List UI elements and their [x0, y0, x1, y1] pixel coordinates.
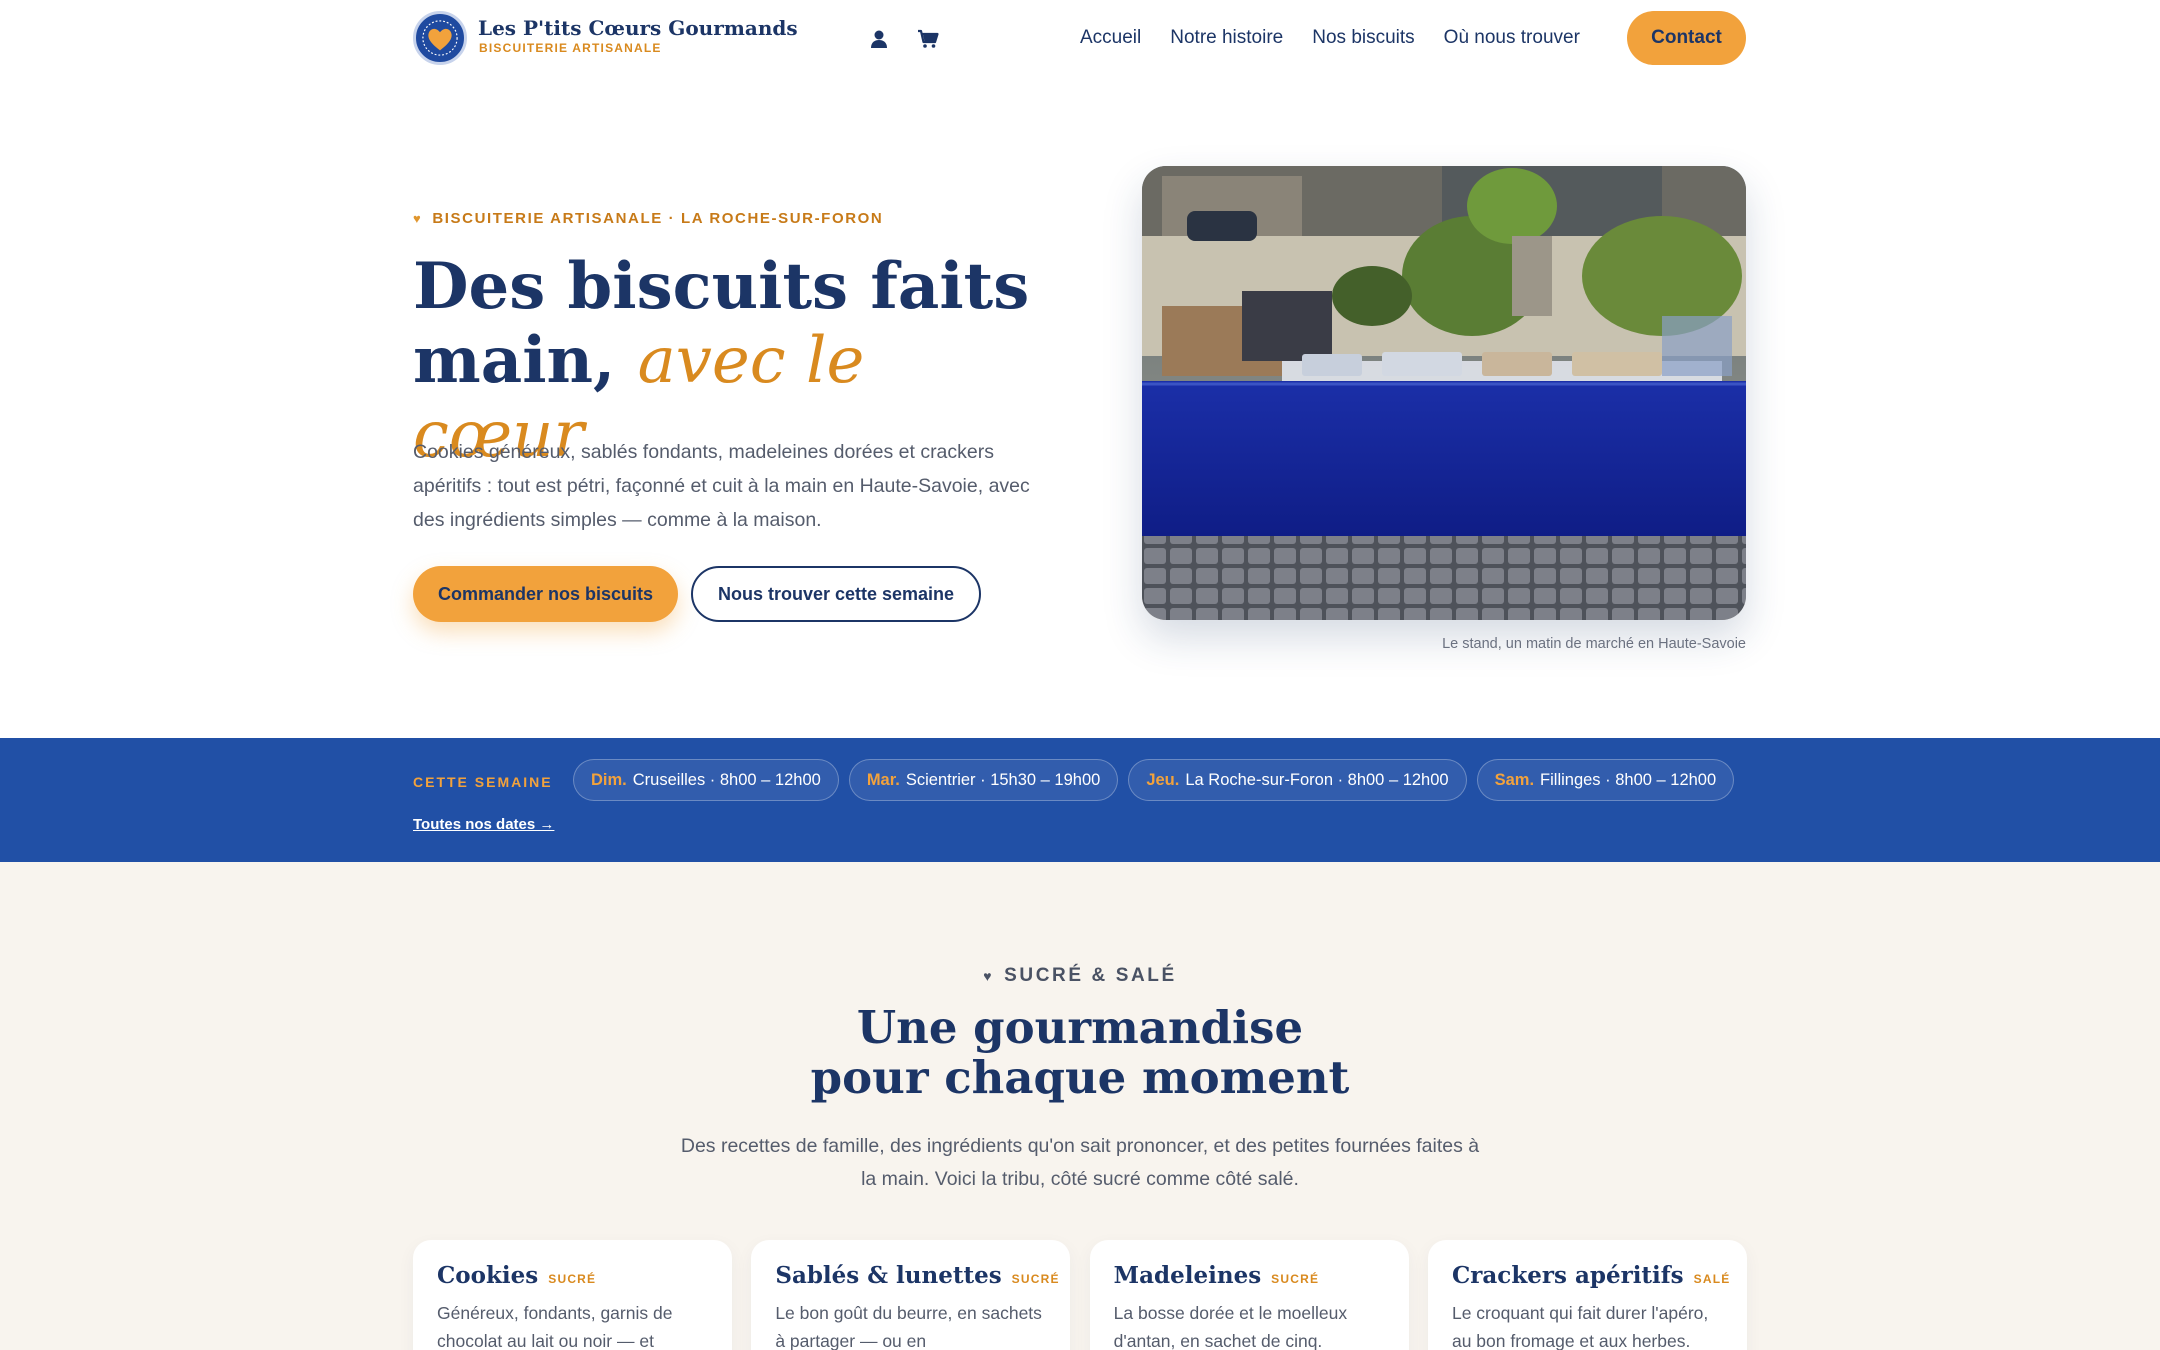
hero-lead: Cookies généreux, sablés fondants, madel…: [413, 441, 1030, 531]
brand-logo[interactable]: [413, 11, 467, 65]
product-card-sables[interactable]: Sablés & lunettes SUCRÉ Le bon goût du b…: [751, 1240, 1071, 1350]
market-place: Fillinges · 8h00 – 12h00: [1540, 770, 1717, 789]
hero-eyebrow-text: BISCUITERIE ARTISANALE · LA ROCHE-SUR-FO…: [432, 210, 884, 227]
product-card-crackers[interactable]: Crackers apéritifs SALÉ Le croquant qui …: [1427, 1240, 1747, 1350]
cart-icon[interactable]: [915, 26, 941, 52]
market-pill[interactable]: Jeu. La Roche-sur-Foron · 8h00 – 12h00: [1128, 759, 1467, 801]
card-title: Madeleines: [1113, 1262, 1262, 1289]
brand-tagline: BISCUITERIE ARTISANALE: [479, 41, 662, 55]
photo-caption: Le stand, un matin de marché en Haute-Sa…: [1442, 636, 1746, 652]
nav-accueil[interactable]: Accueil: [1080, 27, 1141, 49]
card-tag: SUCRÉ: [1271, 1272, 1320, 1286]
products-eyebrow: ♥ SUCRÉ & SALÉ: [0, 965, 2160, 987]
card-title: Cookies: [437, 1262, 539, 1289]
card-tag: SUCRÉ: [1011, 1272, 1060, 1286]
product-card-cookies[interactable]: Cookies SUCRÉ Généreux, fondants, garnis…: [413, 1240, 732, 1350]
market-day: Sam.: [1494, 770, 1535, 789]
market-day: Jeu.: [1146, 770, 1180, 789]
week-label: CETTE SEMAINE: [413, 774, 553, 790]
products-title-line2: pour chaque moment: [810, 1051, 1350, 1104]
market-place: Cruseilles · 8h00 – 12h00: [632, 770, 821, 789]
market-place: Scientrier · 15h30 – 19h00: [905, 770, 1101, 789]
card-text: Le bon goût du beurre, en sachets à part…: [775, 1303, 1042, 1350]
products-lead: Des recettes de famille, des ingrédients…: [680, 1135, 1480, 1190]
product-cards: Cookies SUCRÉ Généreux, fondants, garnis…: [413, 1240, 1747, 1350]
market-pill[interactable]: Mar. Scientrier · 15h30 – 19h00: [848, 759, 1119, 801]
market-list: Dim. Cruseilles · 8h00 – 12h00 Mar. Scie…: [573, 759, 1744, 801]
user-icon[interactable]: [866, 26, 892, 52]
products-title: Une gourmandise pour chaque moment: [0, 1003, 2160, 1103]
card-text: Généreux, fondants, garnis de chocolat a…: [437, 1303, 673, 1350]
contact-button[interactable]: Contact: [1627, 11, 1746, 65]
all-dates-link[interactable]: Toutes nos dates →: [413, 816, 554, 833]
products-title-line1: Une gourmandise: [856, 1001, 1304, 1054]
card-text: Le croquant qui fait durer l'apéro, au b…: [1451, 1303, 1709, 1350]
hero-eyebrow: ♥ BISCUITERIE ARTISANALE · LA ROCHE-SUR-…: [413, 210, 883, 227]
card-tag: SUCRÉ: [548, 1272, 597, 1286]
find-us-button[interactable]: Nous trouver cette semaine: [691, 566, 981, 622]
site-header: Les P'tits Cœurs Gourmands BISCUITERIE A…: [0, 0, 2160, 80]
products-section: ♥ SUCRÉ & SALÉ Une gourmandise pour chaqu…: [0, 862, 2160, 1350]
card-title: Crackers apéritifs: [1451, 1262, 1684, 1289]
heart-icon: ♥: [983, 968, 995, 984]
brand-name[interactable]: Les P'tits Cœurs Gourmands: [478, 16, 798, 40]
card-tag: SALÉ: [1693, 1272, 1731, 1286]
market-place: La Roche-sur-Foron · 8h00 – 12h00: [1185, 770, 1449, 789]
market-pill[interactable]: Dim. Cruseilles · 8h00 – 12h00: [573, 759, 839, 801]
market-day: Dim.: [591, 770, 627, 789]
nav-notre-histoire[interactable]: Notre histoire: [1170, 27, 1283, 49]
product-card-madeleines[interactable]: Madeleines SUCRÉ La bosse dorée et le mo…: [1089, 1240, 1409, 1350]
heart-logo-icon: [422, 20, 458, 56]
market-pill[interactable]: Sam. Fillinges · 8h00 – 12h00: [1476, 759, 1735, 801]
market-day: Mar.: [866, 770, 900, 789]
products-eyebrow-text: SUCRÉ & SALÉ: [1004, 965, 1177, 986]
card-title: Sablés & lunettes: [775, 1262, 1002, 1289]
order-biscuits-button[interactable]: Commander nos biscuits: [413, 566, 678, 622]
nav-nos-biscuits[interactable]: Nos biscuits: [1312, 27, 1414, 49]
heart-icon: ♥: [413, 211, 423, 226]
card-text: La bosse dorée et le moelleux d'antan, e…: [1113, 1303, 1348, 1350]
market-stand-photo: [1142, 166, 1746, 620]
main-nav: Accueil Notre histoire Nos biscuits Où n…: [1080, 0, 1609, 76]
nav-ou-nous-trouver[interactable]: Où nous trouver: [1444, 27, 1580, 49]
weekly-markets-strip: CETTE SEMAINE Dim. Cruseilles · 8h00 – 1…: [0, 738, 2160, 862]
